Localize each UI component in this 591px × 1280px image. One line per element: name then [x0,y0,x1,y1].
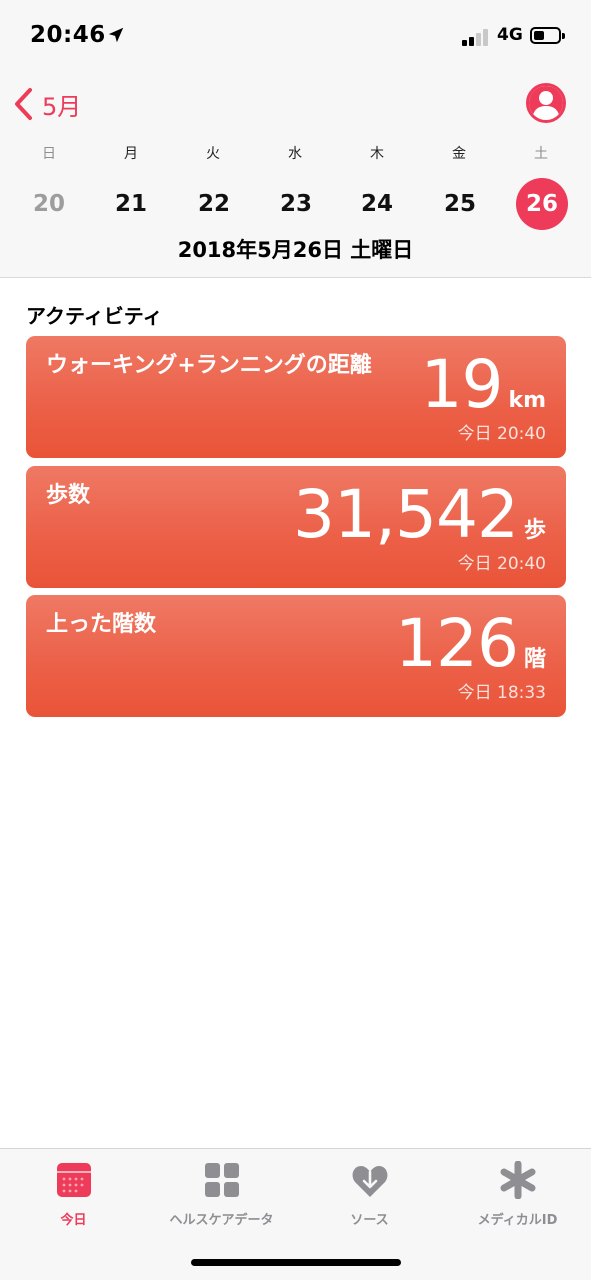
card-steps[interactable]: 歩数 31,542 歩 今日 20:40 [26,466,566,588]
day-25[interactable]: 25 [434,178,486,230]
card-number: 31,542 [293,476,519,553]
network-type: 4G [497,25,523,45]
card-number: 126 [395,605,519,682]
card-flights-climbed[interactable]: 上った階数 126 階 今日 18:33 [26,595,566,717]
day-20[interactable]: 20 [23,178,75,230]
battery-icon [530,27,565,44]
card-value: 19 km [420,346,546,423]
card-value: 126 階 [395,605,546,682]
card-unit: 歩 [523,518,546,543]
asterisk-icon [500,1161,536,1199]
tab-health-data[interactable]: ヘルスケアデータ [148,1149,295,1235]
tab-label: 今日 [60,1213,87,1228]
weekday-sat: 土 [534,146,548,162]
card-value: 31,542 歩 [293,476,546,553]
tab-sources[interactable]: ソース [296,1149,443,1235]
profile-icon [529,86,563,120]
day-21[interactable]: 21 [105,178,157,230]
tab-today[interactable]: 今日 [0,1149,147,1235]
card-time: 今日 18:33 [457,683,546,703]
day-26-selected[interactable]: 26 [516,178,568,230]
location-arrow-icon [108,27,124,43]
back-label: 5月 [42,92,82,121]
calendar-icon [57,1163,91,1197]
profile-button[interactable] [526,83,566,123]
status-time: 20:46 [30,22,106,48]
day-22[interactable]: 22 [188,178,240,230]
tab-medical-id[interactable]: メディカルID [444,1149,591,1235]
day-23[interactable]: 23 [270,178,322,230]
selected-date-heading: 2018年5月26日 土曜日 [177,238,414,262]
tab-label: ヘルスケアデータ [169,1213,274,1228]
weekday-thu: 木 [370,146,384,162]
signal-icon [462,28,492,46]
section-title-activity: アクティビティ [26,304,163,328]
heart-download-icon [352,1166,388,1197]
tab-label: ソース [350,1213,389,1228]
card-unit: km [508,388,546,413]
card-title: ウォーキング+ランニングの距離 [46,353,372,378]
weekday-sun: 日 [42,146,56,162]
weekday-tue: 火 [206,146,220,162]
card-number: 19 [420,346,503,423]
card-time: 今日 20:40 [457,554,546,574]
home-indicator[interactable] [191,1259,401,1266]
day-24[interactable]: 24 [351,178,403,230]
card-unit: 階 [523,647,546,672]
card-time: 今日 20:40 [457,424,546,444]
weekday-mon: 月 [124,146,138,162]
tab-label: メディカルID [477,1213,558,1228]
header-area: 20:46 4G 5月 日 月 火 水 木 金 土 20 21 22 23 24 [0,0,591,278]
weekday-fri: 金 [452,146,466,162]
card-title: 上った階数 [46,612,157,637]
status-bar: 20:46 4G [0,0,591,70]
weekday-wed: 水 [288,146,302,162]
grid-icon [205,1163,239,1197]
back-button[interactable]: 5月 [12,84,81,124]
card-walking-running-distance[interactable]: ウォーキング+ランニングの距離 19 km 今日 20:40 [26,336,566,458]
chevron-left-icon [15,88,32,120]
